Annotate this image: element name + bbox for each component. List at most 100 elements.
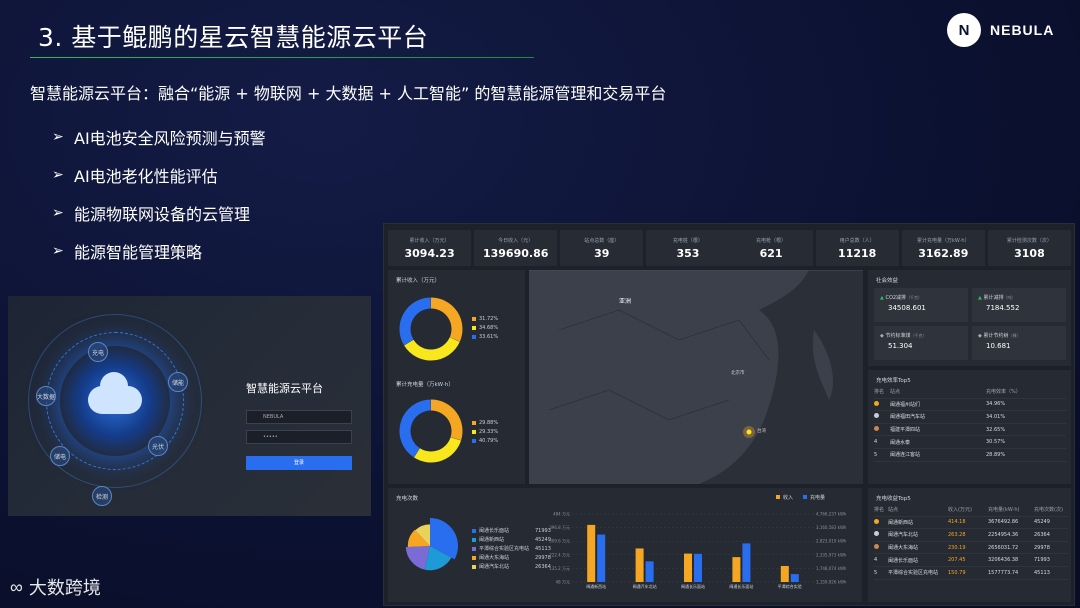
arrow-icon: ➢ <box>52 167 64 183</box>
tree-icon: ▲ <box>880 295 884 301</box>
income-legend: 31.72% 34.68% 33.61% <box>472 314 498 341</box>
kpi-value: 353 <box>676 246 700 260</box>
legend-item: 29.33% <box>472 427 498 436</box>
slide-subtitle: 智慧能源云平台：融合“能源 + 物联网 + 大数据 + 人工智能” 的智慧能源管… <box>30 84 667 103</box>
password-input[interactable]: ••••• <box>246 430 352 444</box>
bullet-item: ➢ AI电池安全风险预测与预警 <box>52 118 266 156</box>
legend-value: 31.72% <box>479 315 499 322</box>
legend-value: 40.79% <box>479 437 499 444</box>
energy-bar <box>790 574 799 582</box>
legend-swatch <box>472 334 476 339</box>
energy-bar <box>597 534 606 582</box>
x-tick-label: 闽通新西站 <box>586 583 606 589</box>
income-energy-bar-chart: 484 万元 4,766,237 kWh 396.8 万元 3,160,583 kWh… <box>549 512 847 590</box>
bullet-item: ➢ 能源物联网设备的云管理 <box>52 194 266 232</box>
table-row[interactable]: 闽通福田汽车站 34.01% <box>874 411 1066 424</box>
bronze-medal-icon <box>874 544 879 550</box>
energy-bar <box>645 561 654 582</box>
table-row[interactable]: 闽通汽车北站 263.28 2254954.36 26364 <box>874 529 1068 542</box>
nebula-logo-mark: N <box>947 13 981 47</box>
benefit-value: 10.681 <box>986 342 1011 350</box>
dashboard-screenshot: 累计收入（万元） 3094.23 今日收入（元） 139690.86 站点总数（座）… <box>383 223 1075 606</box>
y-tick-left: 309.6 万元 <box>549 539 570 544</box>
legend-swatch <box>472 325 476 330</box>
asia-map[interactable]: 亚洲 北京市 台湾 <box>529 270 863 484</box>
charge-count-pie <box>405 518 458 571</box>
table-row[interactable]: 闽通福州站们 34.96% <box>874 399 1066 412</box>
kpi-value: 3162.89 <box>918 246 969 260</box>
kpi-card: 充电枪（根） 621 <box>730 230 813 266</box>
table-row[interactable]: 闽通大东海站 230.19 2656031.72 29978 <box>874 542 1068 555</box>
table-row[interactable]: 福建平潭四站 32.65% <box>874 424 1066 437</box>
benefit-label: ◆ 节约标准煤（千克） <box>880 333 927 339</box>
kpi-label: 充电枪（根） <box>756 237 787 244</box>
benefit-value: 51.304 <box>888 342 913 350</box>
donut-segment <box>430 399 463 441</box>
node-bigdata: 大数据 <box>36 386 56 406</box>
benefit-label: ▲ CO2减排（千克） <box>880 295 923 301</box>
bullet-text: 能源智能管理策略 <box>74 243 203 262</box>
arrow-icon: ➢ <box>52 129 64 145</box>
legend-item: 收入 <box>776 494 793 501</box>
kpi-row: 累计收入（万元） 3094.23 今日收入（元） 139690.86 站点总数（座）… <box>388 230 1071 266</box>
benefit-label: ▲ 累计减排（吨） <box>978 295 1016 301</box>
kpi-value: 39 <box>594 246 610 260</box>
username-input[interactable]: NEBULA <box>246 410 352 424</box>
table-row[interactable]: 5 平潭综合实验区充电站 150.79 1577773.74 45113 <box>874 567 1068 580</box>
map-place-label: 北京市 <box>731 371 745 376</box>
y-tick-right: 1,159,926 kWh <box>816 580 847 585</box>
table-row[interactable]: 5 闽通连江客站 28.89% <box>874 449 1066 462</box>
arrow-icon: ➢ <box>52 205 64 221</box>
tree-icon: ▲ <box>978 295 982 301</box>
benefit-value: 7184.552 <box>986 304 1020 312</box>
benefit-card: ▲ CO2减排（千克） 34508.601 <box>874 288 968 322</box>
arrow-icon: ➢ <box>52 243 64 259</box>
node-charging: 充电 <box>88 342 108 362</box>
income-top5-title: 充电收益Top5 <box>876 496 911 502</box>
y-tick-right: 2,335,973 kWh <box>816 552 847 557</box>
login-button[interactable]: 登录 <box>246 456 352 470</box>
cloud-icon <box>88 372 142 414</box>
income-bar <box>732 557 741 582</box>
income-bar <box>780 565 789 582</box>
benefit-value: 34508.601 <box>888 304 926 312</box>
kpi-label: 站点总数（座） <box>584 237 620 244</box>
benefit-card: ▲ 累计减排（吨） 7184.552 <box>972 288 1066 322</box>
silver-medal-icon <box>874 531 879 537</box>
gold-medal-icon <box>874 518 879 524</box>
legend-value: 29.88% <box>479 419 499 426</box>
legend-value: 29.33% <box>479 428 499 435</box>
kpi-card: 累计充电量（万kW·h） 3162.89 <box>901 230 985 266</box>
x-tick-label: 闽通汽车北站 <box>633 583 657 589</box>
bullet-text: 能源物联网设备的云管理 <box>74 205 251 224</box>
gold-medal-icon <box>874 400 879 406</box>
table-header: 排名 站点 充电效率（%） <box>874 386 1066 399</box>
legend-value: 34.68% <box>479 324 499 331</box>
table-row[interactable]: 闽通新西站 414.18 3676492.86 45249 <box>874 517 1068 530</box>
kpi-label: 充电桩（根） <box>672 237 703 244</box>
node-storage: 储能 <box>168 372 188 392</box>
legend-swatch <box>472 429 476 434</box>
income-top5-table: 排名 站点 收入(万元) 充电量(kW·h) 充电次数(次) 闽通新西站 414.… <box>874 504 1068 580</box>
coal-icon: ◆ <box>880 333 884 339</box>
y-tick-left: 48 万元 <box>556 580 570 585</box>
table-row[interactable]: 4 闽通长乐面站 207.45 3206436.38 71993 <box>874 554 1068 567</box>
donut-segment <box>399 399 432 458</box>
rate-top5-table: 排名 站点 充电效率（%） 闽通福州站们 34.96% 闽通福田汽车站 34.01%… <box>874 386 1066 462</box>
node-power: 储电 <box>50 446 70 466</box>
title-underline <box>30 57 534 58</box>
donut-segment <box>430 297 463 342</box>
silver-medal-icon <box>874 413 879 419</box>
donut-panel: 累计收入（万元） 31.72% 34.68% 33.61% 累计充电量（万kW·… <box>388 270 525 484</box>
login-title: 智慧能源云平台 <box>246 382 323 395</box>
energy-donut-title: 累计充电量（万kW·h） <box>396 382 454 388</box>
table-header: 排名 站点 收入(万元) 充电量(kW·h) 充电次数(次) <box>874 504 1068 517</box>
table-row[interactable]: 4 闽通水泰 30.57% <box>874 436 1066 449</box>
legend-item: 29.88% <box>472 418 498 427</box>
kpi-card: 今日收入（元） 139690.86 <box>474 230 558 266</box>
rate-top5-title: 充电效率Top5 <box>876 378 911 384</box>
income-donut <box>399 297 463 361</box>
benefit-panel: 社会效益 ▲ CO2减排（千克） 34508.601 ▲ 累计减排（吨） 718… <box>868 270 1071 366</box>
nebula-logo-text: NEBULA <box>990 22 1055 38</box>
benefit-card: ◆ 累计节约树（棵） 10.681 <box>972 326 1066 360</box>
